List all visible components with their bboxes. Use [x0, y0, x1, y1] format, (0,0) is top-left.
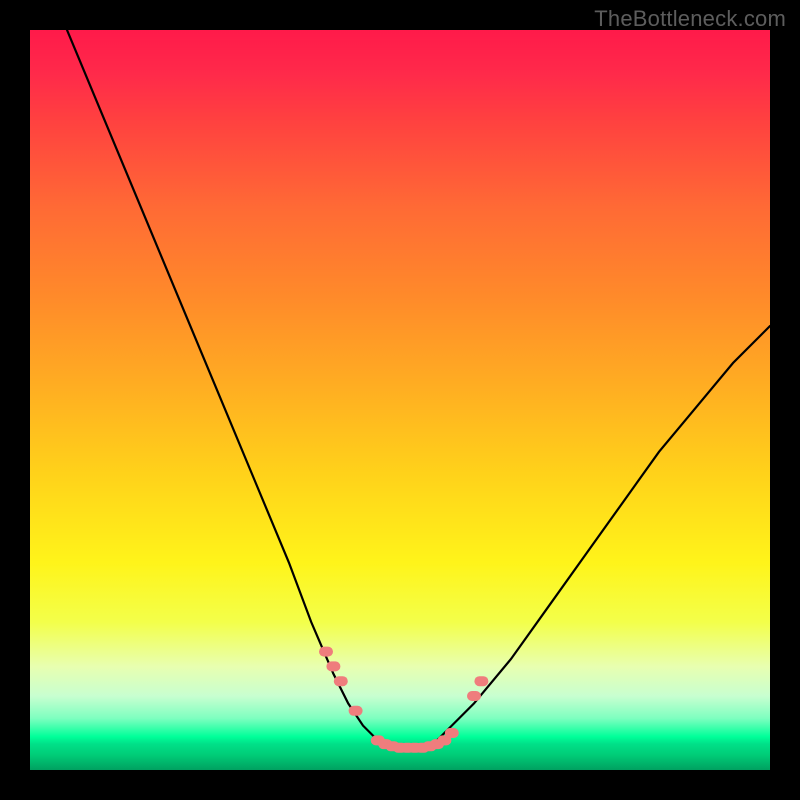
curve-layer — [30, 30, 770, 770]
watermark-label: TheBottleneck.com — [594, 6, 786, 32]
bottleneck-curve — [67, 30, 770, 748]
chart-frame: TheBottleneck.com — [0, 0, 800, 800]
marker-group — [324, 652, 483, 748]
plot-area — [30, 30, 770, 770]
